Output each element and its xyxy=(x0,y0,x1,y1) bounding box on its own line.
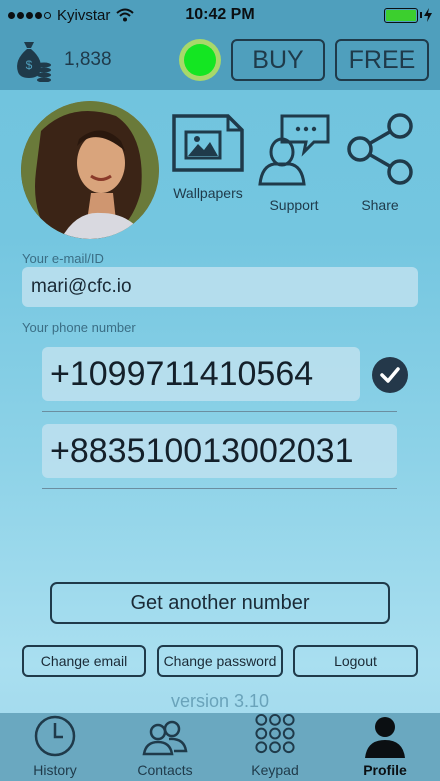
wallpapers-label: Wallpapers xyxy=(173,185,243,201)
free-button[interactable]: FREE xyxy=(335,39,429,81)
money-bag-icon: $ xyxy=(17,42,51,82)
contacts-icon xyxy=(142,720,188,756)
tab-profile[interactable]: Profile xyxy=(330,713,440,781)
signal-strength-icon xyxy=(8,11,51,19)
top-bar: $ 1,838 BUY FREE xyxy=(0,30,440,90)
tab-keypad-label: Keypad xyxy=(251,762,299,778)
share-action[interactable]: Share xyxy=(340,112,420,213)
share-icon xyxy=(347,113,413,185)
online-status-indicator xyxy=(179,39,221,81)
share-label: Share xyxy=(361,197,399,213)
checkmark-icon[interactable] xyxy=(372,357,408,393)
version-text: version 3.10 xyxy=(170,691,270,711)
email-label: Your e-mail/ID xyxy=(22,251,104,266)
coin-balance: $ 1,838 xyxy=(14,38,112,82)
change-email-button[interactable]: Change email xyxy=(22,645,146,677)
divider xyxy=(42,488,397,489)
tab-contacts-label: Contacts xyxy=(137,762,193,778)
tab-bar: History Contacts Keypad Profile xyxy=(0,713,440,781)
carrier-name: Kyivstar xyxy=(57,6,111,24)
buy-button[interactable]: BUY xyxy=(231,39,325,81)
support-icon xyxy=(258,114,330,186)
divider xyxy=(42,411,397,412)
tab-history[interactable]: History xyxy=(0,713,110,781)
get-another-number-button[interactable]: Get another number xyxy=(50,582,390,624)
email-field[interactable] xyxy=(22,267,418,307)
profile-icon xyxy=(365,717,405,758)
profile-photo xyxy=(21,101,159,239)
coin-count: 1,838 xyxy=(64,49,112,70)
svg-text:$: $ xyxy=(26,58,33,72)
clock-icon xyxy=(34,715,76,757)
phone-number-primary[interactable]: +1099711410564 xyxy=(42,347,360,401)
change-password-button[interactable]: Change password xyxy=(157,645,283,677)
tab-contacts[interactable]: Contacts xyxy=(110,713,220,781)
support-action[interactable]: Support xyxy=(254,112,334,213)
tab-history-label: History xyxy=(33,762,77,778)
phone-number-secondary[interactable]: +883510013002031 xyxy=(42,424,397,478)
logout-button[interactable]: Logout xyxy=(293,645,418,677)
battery-icon xyxy=(384,7,432,23)
phone-label: Your phone number xyxy=(22,320,136,335)
charging-icon xyxy=(424,8,432,22)
keypad-icon xyxy=(255,713,295,754)
wifi-icon xyxy=(116,8,135,22)
tab-profile-label: Profile xyxy=(363,762,407,778)
wallpapers-icon xyxy=(172,114,244,172)
avatar[interactable] xyxy=(21,101,159,239)
tab-keypad[interactable]: Keypad xyxy=(220,713,330,781)
support-label: Support xyxy=(269,197,319,213)
wallpapers-action[interactable]: Wallpapers xyxy=(168,112,248,201)
status-bar: Kyivstar 10:42 PM xyxy=(0,0,440,30)
